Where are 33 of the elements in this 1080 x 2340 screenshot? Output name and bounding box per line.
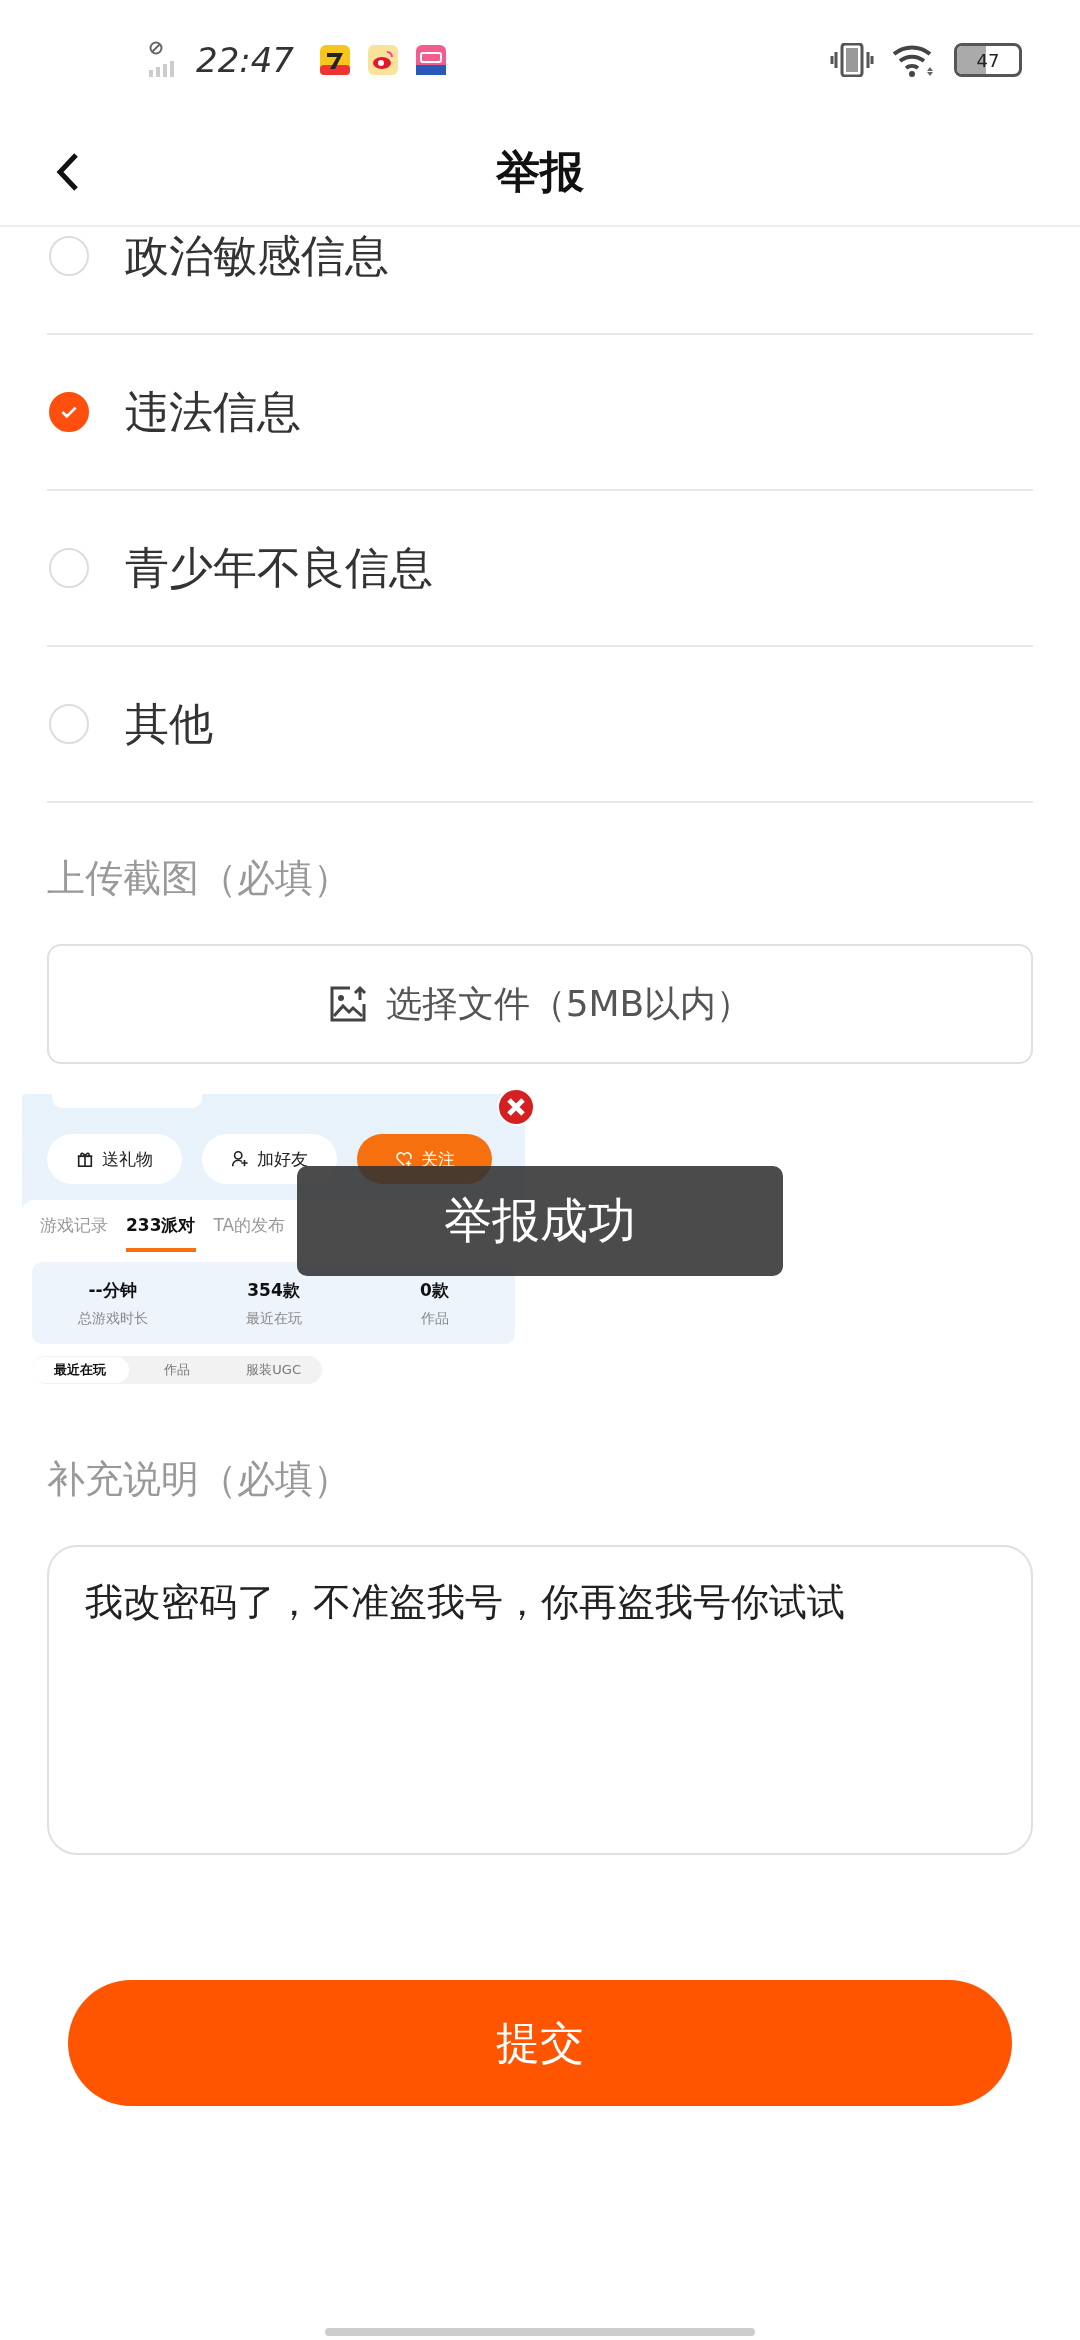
page-title: 举报 [496,145,584,199]
stat-value: 0款 [420,1278,449,1302]
stat-label: 作品 [420,1309,449,1328]
section-label: 补充说明（必填） [46,1456,352,1503]
radio-button[interactable] [49,392,89,432]
toast-message: 举报成功 [297,1166,783,1276]
profile-subtab-label: 服装UGC [245,1361,302,1379]
option-label: 违法信息 [125,384,301,439]
close-icon[interactable] [496,1087,536,1127]
tv-app-icon [416,45,446,75]
battery-level: 47 [976,49,1000,71]
wifi-icon [892,43,936,77]
profile-tab-label: 233派对 [126,1214,196,1252]
stat-value: 354款 [247,1278,300,1302]
option-label: 政治敏感信息 [125,228,389,283]
clock-time: 22:47 [196,40,294,80]
profile-tab-label: TA的发布 [213,1214,286,1237]
eye-app-icon [368,45,398,75]
stat-value: --分钟 [88,1278,137,1302]
description-field[interactable]: 我改密码了，不准盗我号，你再盗我号你试试 [47,1545,1033,1855]
add-person-icon [231,1150,249,1168]
stat-label: 总游戏时长 [77,1309,148,1328]
stat-label: 最近在玩 [245,1309,302,1328]
profile-subtab-label: 作品 [163,1361,191,1379]
profile-tab-label: 游戏记录 [40,1214,108,1237]
option-label: 其他 [125,696,213,751]
profile-subtab-label: 最近在玩 [32,1357,129,1383]
choose-file-button[interactable]: 选择文件（5MB以内） [47,944,1033,1064]
option-label: 青少年不良信息 [125,540,433,595]
gift-icon [76,1150,94,1168]
back-icon[interactable] [56,152,80,192]
section-label: 上传截图（必填） [46,855,352,902]
vibrate-icon [830,43,874,77]
